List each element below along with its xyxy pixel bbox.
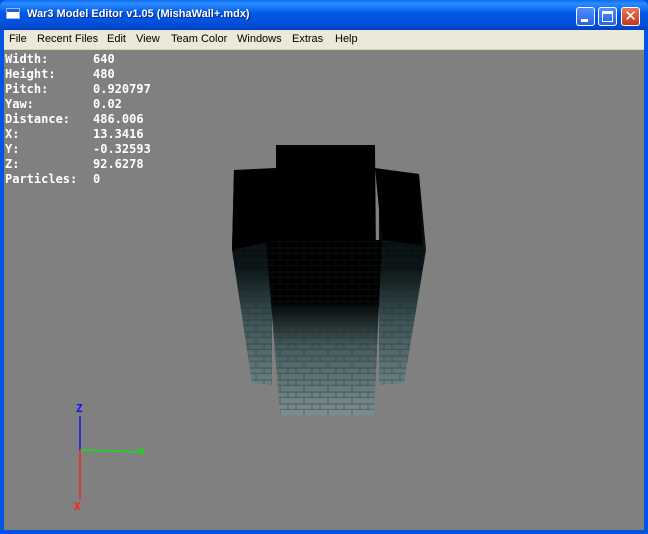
minimize-button[interactable] [576,7,595,26]
menu-bar: File Recent Files Edit View Team Color W… [4,30,644,50]
close-icon: ✕ [624,7,637,25]
app-window-icon[interactable] [6,8,20,19]
info-row-x: X: 13.3416 [5,127,144,141]
menu-windows[interactable]: Windows [237,33,282,45]
menu-help[interactable]: Help [335,33,358,45]
info-row-yaw: Yaw: 0.02 [5,97,122,111]
info-row-particles: Particles: 0 [5,172,101,186]
menu-file[interactable]: File [9,33,27,45]
y-axis-line [79,449,143,453]
menu-recent-files[interactable]: Recent Files [37,33,98,45]
menu-edit[interactable]: Edit [107,33,126,45]
model-viewport[interactable]: Width: 640 Height: 480 Pitch: 0.920797 Yaw:… [4,50,644,530]
menu-extras[interactable]: Extras [292,33,323,45]
x-axis-label: X [74,500,81,513]
menu-team-color[interactable]: Team Color [171,33,227,45]
menu-view[interactable]: View [136,33,160,45]
info-row-pitch: Pitch: 0.920797 [5,82,151,96]
info-row-width: Width: 640 [5,52,115,66]
maximize-icon [602,11,613,22]
app-window: War3 Model Editor v1.05 (MishaWall+.mdx)… [0,0,648,534]
info-row-z: Z: 92.6278 [5,157,144,171]
info-row-height: Height: 480 [5,67,115,81]
viewport-info-overlay: Width: 640 Height: 480 Pitch: 0.920797 Yaw:… [5,52,151,187]
info-row-distance: Distance: 486.006 [5,112,144,126]
y-axis-label: Y [139,445,146,458]
minimize-icon [581,19,588,22]
axis-gizmo [79,416,143,499]
info-row-y: Y: -0.32593 [5,142,151,156]
window-title: War3 Model Editor v1.05 (MishaWall+.mdx) [27,8,250,20]
z-axis-label: Z [76,402,83,415]
close-button[interactable]: ✕ [621,7,640,26]
wall-model [232,145,426,415]
maximize-button[interactable] [598,7,617,26]
title-bar[interactable]: War3 Model Editor v1.05 (MishaWall+.mdx)… [0,0,648,30]
